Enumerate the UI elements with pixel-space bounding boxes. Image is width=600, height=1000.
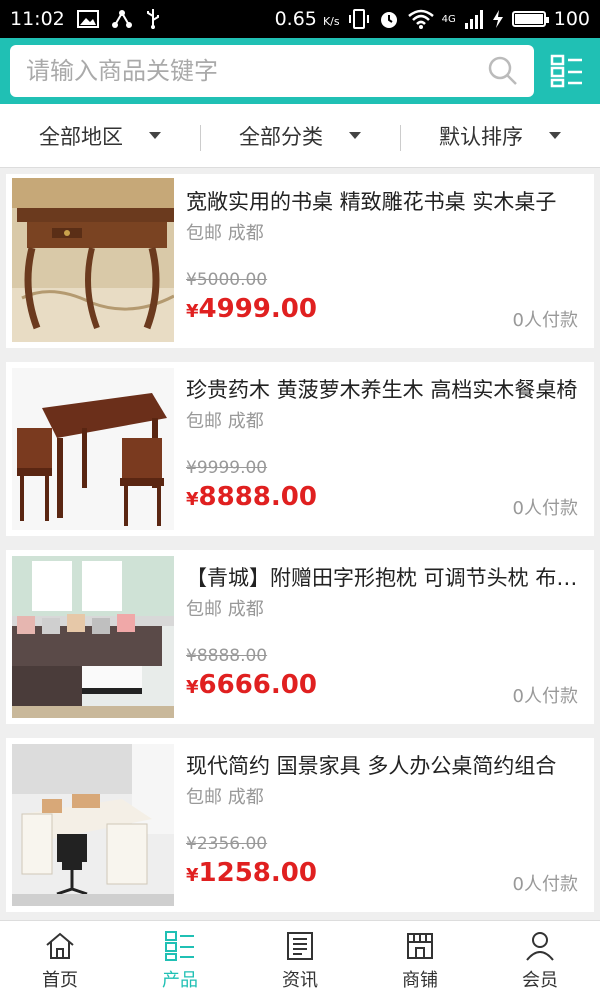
sold-count: 0人付款 <box>512 686 578 707</box>
search-input[interactable] <box>26 57 488 85</box>
shop-icon <box>407 932 433 959</box>
product-image-dining-set[interactable] <box>12 368 174 530</box>
signal-icon <box>464 10 483 29</box>
nav-label: 资讯 <box>282 969 318 991</box>
product-tags: 包邮 成都 <box>186 223 264 244</box>
grid-list-icon <box>165 930 194 961</box>
sold-count: 0人付款 <box>512 498 578 519</box>
share-icon <box>111 10 132 28</box>
filter-label: 默认排序 <box>439 124 523 149</box>
filter-sort[interactable]: 默认排序 <box>400 121 600 151</box>
sale-price: ¥1258.00 <box>186 858 317 888</box>
filter-bar: 全部地区 全部分类 默认排序 <box>0 104 600 168</box>
bottom-nav: 首页 产品 资讯 商铺 会员 <box>0 920 600 1000</box>
search-box[interactable] <box>10 45 534 97</box>
wifi-icon <box>407 9 434 29</box>
battery-percent: 100 <box>553 8 590 30</box>
product-card[interactable]: 现代简约 国景家具 多人办公桌简约组合 包邮 成都 ¥2356.00 ¥1258… <box>6 738 594 912</box>
product-image-desk[interactable] <box>12 178 174 342</box>
nav-label: 商铺 <box>402 969 438 991</box>
filter-region[interactable]: 全部地区 <box>0 121 200 151</box>
sale-price: ¥6666.00 <box>186 670 317 700</box>
nav-label: 会员 <box>522 969 558 991</box>
product-title[interactable]: 现代简约 国景家具 多人办公桌简约组合 <box>186 746 580 786</box>
caret-down-icon <box>349 132 361 139</box>
search-icon[interactable] <box>488 56 518 86</box>
usb-icon <box>146 9 159 29</box>
product-image-sofa[interactable] <box>12 556 174 718</box>
product-tags: 包邮 成都 <box>186 599 264 620</box>
vibrate-icon <box>348 9 369 29</box>
filter-category[interactable]: 全部分类 <box>200 121 400 151</box>
news-icon <box>287 931 313 960</box>
network-type: 4G <box>441 13 456 25</box>
sale-price: ¥4999.00 <box>186 294 317 324</box>
battery-icon <box>511 11 549 27</box>
user-icon <box>526 931 554 961</box>
sold-count: 0人付款 <box>512 874 578 895</box>
product-card[interactable]: 珍贵药木 黄菠萝木养生木 高档实木餐桌椅 包邮 成都 ¥9999.00 ¥888… <box>6 362 594 536</box>
product-card[interactable]: 宽敞实用的书桌 精致雕花书桌 实木桌子 包邮 成都 ¥5000.00 ¥4999… <box>6 174 594 348</box>
network-speed: 0.65 K/s <box>274 8 340 30</box>
nav-products[interactable]: 产品 <box>120 921 240 1000</box>
nav-label: 产品 <box>162 969 198 991</box>
nav-member[interactable]: 会员 <box>480 921 600 1000</box>
original-price: ¥9999.00 <box>186 458 268 478</box>
original-price: ¥5000.00 <box>186 270 268 290</box>
caret-down-icon <box>549 132 561 139</box>
product-title[interactable]: 珍贵药木 黄菠萝木养生木 高档实木餐桌椅 <box>186 370 580 410</box>
nav-label: 首页 <box>42 969 78 991</box>
alarm-icon <box>380 12 397 28</box>
product-title[interactable]: 宽敞实用的书桌 精致雕花书桌 实木桌子 <box>186 182 580 222</box>
charging-icon <box>492 10 503 28</box>
status-time: 11:02 <box>10 8 65 30</box>
nav-shop[interactable]: 商铺 <box>360 921 480 1000</box>
sale-price: ¥8888.00 <box>186 482 317 512</box>
product-list[interactable]: 宽敞实用的书桌 精致雕花书桌 实木桌子 包邮 成都 ¥5000.00 ¥4999… <box>0 168 600 920</box>
filter-label: 全部分类 <box>239 124 323 149</box>
status-bar: 11:02 0.65 K/s 4G 100 <box>0 0 600 38</box>
product-card[interactable]: 【青城】附赠田字形抱枕 可调节头枕 布艺沙发 包邮 成都 ¥8888.00 ¥6… <box>6 550 594 724</box>
original-price: ¥8888.00 <box>186 646 268 666</box>
product-image-office-desk[interactable] <box>12 744 174 906</box>
nav-home[interactable]: 首页 <box>0 921 120 1000</box>
filter-label: 全部地区 <box>39 124 123 149</box>
image-icon <box>76 10 99 28</box>
caret-down-icon <box>149 132 161 139</box>
sold-count: 0人付款 <box>512 310 578 331</box>
product-title[interactable]: 【青城】附赠田字形抱枕 可调节头枕 布艺沙发 <box>186 558 580 598</box>
product-tags: 包邮 成都 <box>186 787 264 808</box>
product-tags: 包邮 成都 <box>186 411 264 432</box>
original-price: ¥2356.00 <box>186 834 268 854</box>
category-menu-icon[interactable] <box>550 54 584 88</box>
home-icon <box>46 932 74 959</box>
nav-news[interactable]: 资讯 <box>240 921 360 1000</box>
app-header <box>0 38 600 104</box>
